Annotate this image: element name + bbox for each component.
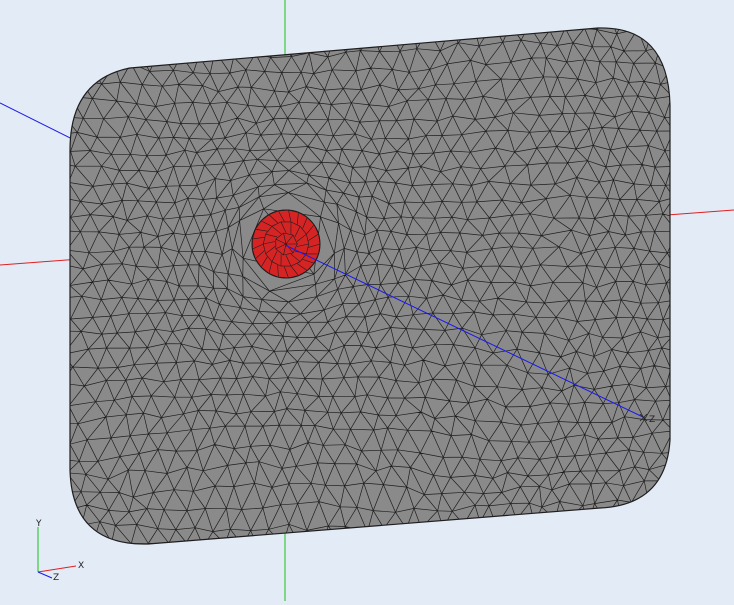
- triad-z-label: Z: [53, 573, 59, 583]
- triad-y-label: Y: [35, 519, 42, 529]
- 3d-viewport[interactable]: Z Y X Z: [0, 0, 734, 601]
- selected-hole-region[interactable]: [251, 209, 321, 279]
- mesh-plate[interactable]: [27, 0, 734, 548]
- triad-x-axis: [37, 565, 77, 573]
- triad-x-label: X: [78, 561, 84, 571]
- triad-z-axis: [37, 571, 53, 579]
- orientation-triad: Y X Z: [35, 519, 84, 583]
- z-axis-label: Z: [649, 415, 655, 425]
